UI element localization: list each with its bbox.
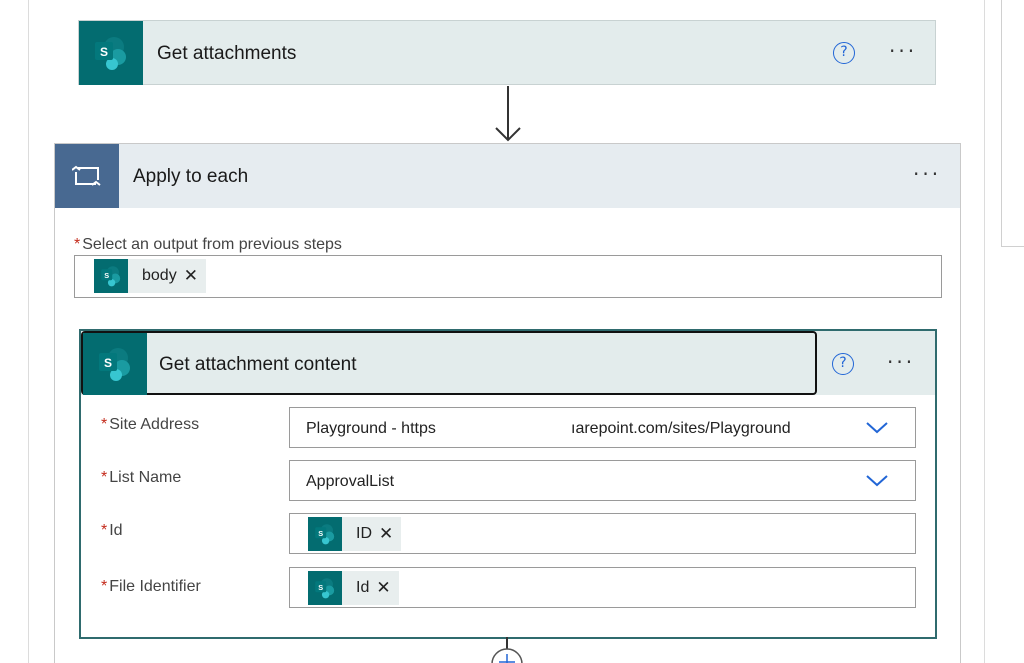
body-token[interactable]: S body ✕ [94, 259, 206, 293]
svg-text:S: S [100, 45, 108, 59]
add-step-plus-icon[interactable] [489, 637, 525, 663]
help-icon[interactable]: ? [832, 353, 854, 375]
canvas-left-border [28, 0, 29, 663]
required-marker: * [101, 469, 108, 486]
loop-tile [55, 144, 119, 208]
remove-token-icon[interactable]: ✕ [372, 524, 401, 544]
required-marker: * [101, 578, 108, 595]
site-address-value-left: Playground - https [306, 420, 436, 437]
list-name-label-text: List Name [109, 469, 182, 486]
get-attachments-card[interactable]: S Get attachments ? ··· [78, 20, 936, 85]
get-attachment-content-card: S Get attachment content ? ··· * Site Add… [79, 329, 937, 639]
sharepoint-icon: S [308, 517, 342, 551]
sharepoint-tile: S [79, 21, 143, 85]
loop-icon [72, 165, 101, 186]
remove-token-icon[interactable]: ✕ [369, 578, 398, 598]
site-address-dropdown[interactable]: Playground - https ıarepoint.com/sites/P… [289, 407, 916, 448]
site-address-label-text: Site Address [109, 416, 200, 433]
svg-text:S: S [104, 356, 112, 370]
svg-text:S: S [318, 529, 323, 538]
output-label-text: Select an output from previous steps [82, 236, 342, 253]
svg-text:S: S [318, 583, 323, 592]
required-marker: * [74, 236, 81, 253]
file-identifier-input[interactable]: S Id ✕ [289, 567, 916, 608]
id-token[interactable]: S ID ✕ [308, 517, 402, 551]
site-address-value-right: ıarepoint.com/sites/Playground [571, 420, 791, 437]
token-label: Id [356, 579, 370, 596]
more-options-icon[interactable]: ··· [913, 164, 941, 184]
get-attachments-title: Get attachments [157, 43, 297, 64]
apply-to-each-header[interactable]: Apply to each ··· [55, 144, 960, 208]
file-identifier-token[interactable]: S Id ✕ [308, 571, 399, 605]
site-address-label: * Site Address [101, 416, 199, 434]
down-arrow-icon [495, 86, 521, 142]
get-attachment-content-header[interactable]: S Get attachment content [81, 331, 817, 395]
required-marker: * [101, 416, 108, 433]
sharepoint-icon: S [93, 35, 129, 71]
canvas-right-border [984, 0, 985, 663]
id-label: * Id [101, 522, 123, 540]
token-label: ID [356, 525, 372, 542]
required-marker: * [101, 522, 108, 539]
sharepoint-icon: S [308, 571, 342, 605]
output-label: * Select an output from previous steps [74, 236, 342, 254]
svg-text:S: S [104, 271, 109, 280]
sharepoint-icon: S [94, 259, 128, 293]
help-icon[interactable]: ? [833, 42, 855, 64]
more-options-icon[interactable]: ··· [887, 352, 915, 372]
list-name-dropdown[interactable]: ApprovalList [289, 460, 916, 501]
file-identifier-label-text: File Identifier [109, 578, 201, 595]
chevron-down-icon[interactable] [865, 418, 889, 436]
id-input[interactable]: S ID ✕ [289, 513, 916, 554]
side-panel [1001, 0, 1024, 247]
select-output-input[interactable]: S body ✕ [74, 255, 942, 298]
sharepoint-tile: S [83, 333, 147, 395]
id-label-text: Id [109, 522, 123, 539]
sharepoint-icon: S [97, 346, 133, 382]
token-label: body [142, 267, 177, 284]
apply-to-each-container: Apply to each ··· * Select an output from… [54, 143, 961, 663]
get-attachment-content-title: Get attachment content [159, 354, 357, 375]
remove-token-icon[interactable]: ✕ [177, 266, 206, 286]
list-name-label: * List Name [101, 469, 181, 487]
list-name-value: ApprovalList [306, 473, 395, 490]
more-options-icon[interactable]: ··· [889, 41, 917, 61]
file-identifier-label: * File Identifier [101, 578, 201, 596]
chevron-down-icon[interactable] [865, 471, 889, 489]
apply-to-each-title: Apply to each [133, 166, 249, 187]
